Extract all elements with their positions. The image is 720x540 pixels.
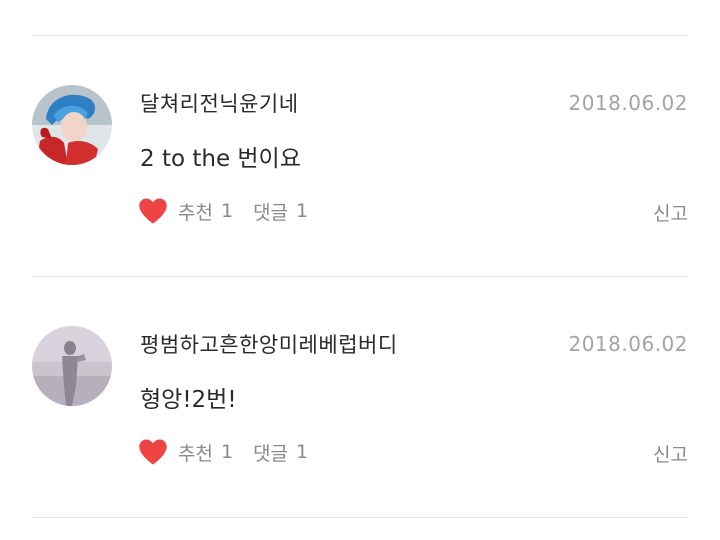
reply-button[interactable]: 댓글 1 — [253, 198, 308, 225]
comment-text: 형앙!2번! — [140, 387, 237, 413]
reply-count: 1 — [296, 200, 309, 222]
comment-list: 달쳐리전닉윤기네 2018.06.02 2 to the 번이요 추천 1 댓글… — [0, 0, 720, 540]
like-label[interactable]: 추천 — [178, 439, 213, 466]
reply-button[interactable]: 댓글 1 — [253, 439, 308, 466]
comment-item: 달쳐리전닉윤기네 2018.06.02 2 to the 번이요 추천 1 댓글… — [0, 36, 720, 276]
like-label[interactable]: 추천 — [178, 198, 213, 225]
divider — [32, 517, 688, 518]
comment-item: 평범하고흔한앙미레베럽버디 2018.06.02 형앙!2번! 추천 1 댓글 … — [0, 277, 720, 517]
comment-actions: 추천 1 댓글 1 — [138, 436, 308, 468]
reply-count: 1 — [296, 441, 309, 463]
username[interactable]: 달쳐리전닉윤기네 — [140, 88, 299, 118]
like-count: 1 — [220, 441, 234, 463]
avatar[interactable] — [32, 326, 112, 406]
report-button[interactable]: 신고 — [653, 440, 688, 467]
avatar[interactable] — [32, 85, 112, 165]
username[interactable]: 평범하고흔한앙미레베럽버디 — [140, 329, 398, 359]
user-photo-icon — [32, 85, 112, 165]
comment-text: 2 to the 번이요 — [140, 146, 301, 172]
like-count: 1 — [220, 200, 234, 222]
reply-label[interactable]: 댓글 — [253, 439, 288, 466]
user-photo-icon — [32, 326, 112, 406]
report-button[interactable]: 신고 — [653, 199, 688, 226]
reply-label[interactable]: 댓글 — [253, 198, 288, 225]
comment-date: 2018.06.02 — [568, 91, 688, 115]
comment-actions: 추천 1 댓글 1 — [138, 195, 308, 227]
comment-date: 2018.06.02 — [568, 332, 688, 356]
heart-icon[interactable] — [138, 197, 168, 225]
heart-icon[interactable] — [138, 438, 168, 466]
